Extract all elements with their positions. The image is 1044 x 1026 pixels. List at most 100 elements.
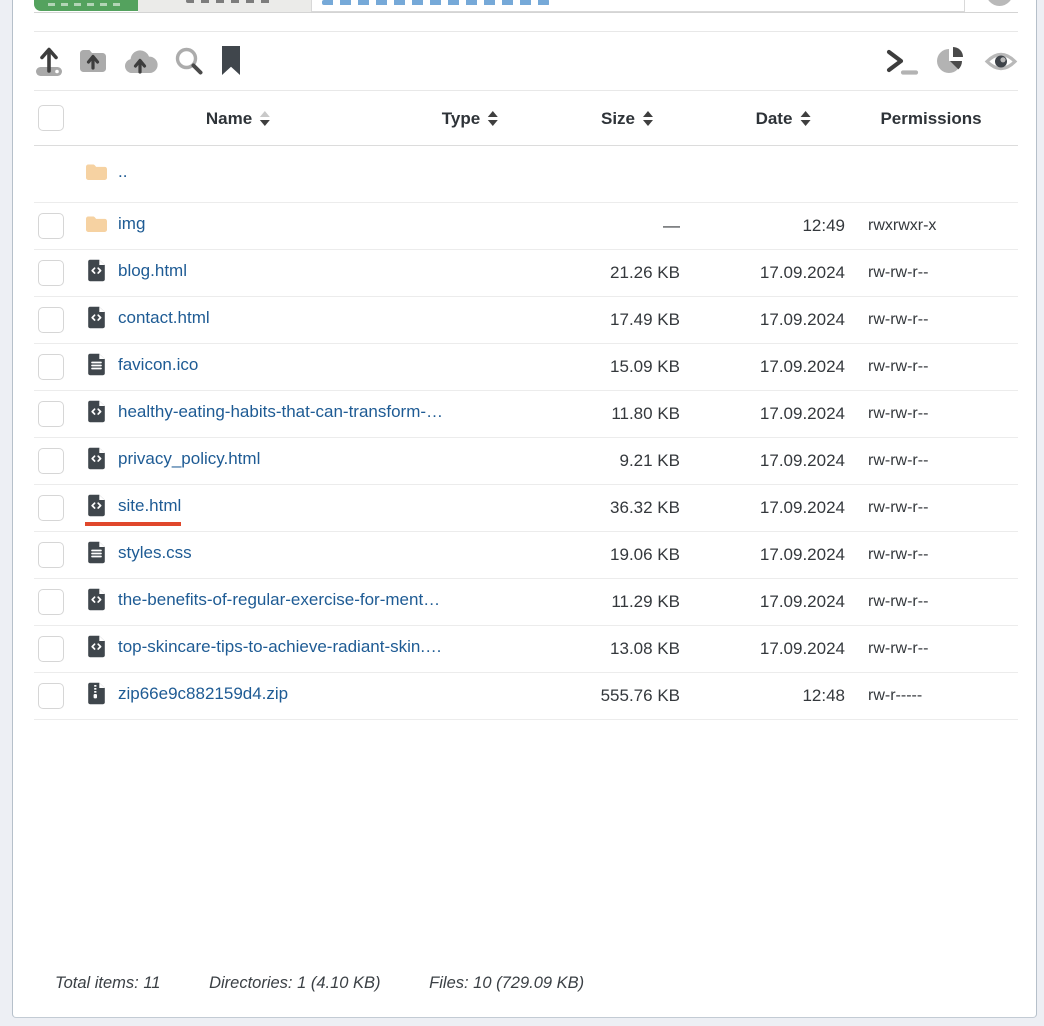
file-name-link[interactable]: .. bbox=[118, 162, 127, 182]
doc-file-icon bbox=[85, 353, 107, 376]
topbar-tab[interactable] bbox=[138, 0, 312, 12]
file-name-link[interactable]: img bbox=[118, 214, 145, 234]
table-row: contact.html 17.49 KB 17.09.2024 rw-rw-r… bbox=[34, 297, 1018, 344]
file-size: 11.80 KB bbox=[550, 404, 680, 424]
folder-upload-icon[interactable] bbox=[78, 47, 108, 75]
upload-icon[interactable] bbox=[34, 45, 64, 77]
sort-arrows-icon bbox=[260, 111, 270, 126]
search-icon[interactable] bbox=[173, 45, 205, 77]
file-name-link[interactable]: zip66e9c882159d4.zip bbox=[118, 684, 288, 704]
file-name-link[interactable]: blog.html bbox=[118, 261, 187, 281]
folder-icon bbox=[85, 215, 107, 233]
path-text-fragment bbox=[322, 0, 550, 5]
help-icon[interactable] bbox=[986, 0, 1013, 6]
file-size: 15.09 KB bbox=[550, 357, 680, 377]
terminal-icon[interactable] bbox=[884, 46, 920, 76]
column-header-type[interactable]: Type bbox=[442, 91, 498, 146]
file-permissions: rwxrwxr-x bbox=[845, 217, 1018, 235]
zip-file-icon bbox=[85, 682, 107, 705]
row-checkbox[interactable] bbox=[38, 307, 64, 333]
file-permissions: rw-rw-r-- bbox=[845, 499, 1018, 517]
topbar bbox=[13, 0, 1036, 13]
file-permissions: rw-r----- bbox=[845, 687, 1018, 705]
pie-chart-icon[interactable] bbox=[936, 45, 968, 77]
toolbar-row bbox=[34, 32, 1018, 90]
row-checkbox[interactable] bbox=[38, 401, 64, 427]
sort-arrows-icon bbox=[800, 111, 810, 126]
summary-footer: Total items: 11 Directories: 1 (4.10 KB)… bbox=[55, 974, 628, 993]
file-permissions: rw-rw-r-- bbox=[845, 264, 1018, 282]
code-file-icon bbox=[85, 259, 107, 282]
topbar-border bbox=[34, 12, 1018, 13]
files-summary: Files: 10 (729.09 KB) bbox=[429, 974, 584, 992]
file-permissions: rw-rw-r-- bbox=[845, 358, 1018, 376]
file-permissions: rw-rw-r-- bbox=[845, 593, 1018, 611]
row-checkbox[interactable] bbox=[38, 354, 64, 380]
file-date: 12:49 bbox=[680, 216, 845, 236]
file-date: 17.09.2024 bbox=[680, 451, 845, 471]
file-name-link[interactable]: healthy-eating-habits-that-can-transform… bbox=[118, 402, 443, 422]
file-manager-panel: Name Type Size Date Permissions bbox=[12, 0, 1037, 1018]
file-name-link[interactable]: privacy_policy.html bbox=[118, 449, 260, 469]
file-permissions: rw-rw-r-- bbox=[845, 311, 1018, 329]
directories-summary: Directories: 1 (4.10 KB) bbox=[209, 974, 380, 992]
file-size: 11.29 KB bbox=[550, 592, 680, 612]
folder-icon bbox=[85, 163, 107, 181]
file-date: 17.09.2024 bbox=[680, 263, 845, 283]
path-field[interactable] bbox=[312, 0, 965, 12]
cloud-upload-icon[interactable] bbox=[122, 47, 159, 75]
column-header-size[interactable]: Size bbox=[601, 91, 653, 146]
file-size: 555.76 KB bbox=[550, 686, 680, 706]
eye-icon[interactable] bbox=[984, 48, 1018, 75]
file-date: 17.09.2024 bbox=[680, 545, 845, 565]
file-date: 17.09.2024 bbox=[680, 639, 845, 659]
file-name-link[interactable]: styles.css bbox=[118, 543, 192, 563]
file-date: 12:48 bbox=[680, 686, 845, 706]
file-permissions: rw-rw-r-- bbox=[845, 452, 1018, 470]
file-list: .. img — 12:49 rwxrwxr-x blog.html 21.26… bbox=[34, 146, 1018, 720]
file-name-link[interactable]: contact.html bbox=[118, 308, 210, 328]
row-checkbox[interactable] bbox=[38, 448, 64, 474]
file-permissions: rw-rw-r-- bbox=[845, 546, 1018, 564]
table-row: .. bbox=[34, 146, 1018, 203]
file-size: 9.21 KB bbox=[550, 451, 680, 471]
file-size: 17.49 KB bbox=[550, 310, 680, 330]
file-size: 19.06 KB bbox=[550, 545, 680, 565]
row-checkbox[interactable] bbox=[38, 213, 64, 239]
row-checkbox[interactable] bbox=[38, 260, 64, 286]
table-row: privacy_policy.html 9.21 KB 17.09.2024 r… bbox=[34, 438, 1018, 485]
row-checkbox[interactable] bbox=[38, 589, 64, 615]
code-file-icon bbox=[85, 400, 107, 423]
row-checkbox[interactable] bbox=[38, 683, 64, 709]
select-all-checkbox[interactable] bbox=[38, 105, 64, 131]
code-file-icon bbox=[85, 588, 107, 611]
file-size: 13.08 KB bbox=[550, 639, 680, 659]
bookmark-icon[interactable] bbox=[219, 45, 243, 77]
row-checkbox[interactable] bbox=[38, 495, 64, 521]
code-file-icon bbox=[85, 494, 107, 517]
file-date: 17.09.2024 bbox=[680, 498, 845, 518]
file-name-link[interactable]: the-benefits-of-regular-exercise-for-men… bbox=[118, 590, 440, 610]
row-checkbox[interactable] bbox=[38, 636, 64, 662]
code-file-icon bbox=[85, 635, 107, 658]
file-name-link[interactable]: favicon.ico bbox=[118, 355, 198, 375]
table-row: favicon.ico 15.09 KB 17.09.2024 rw-rw-r-… bbox=[34, 344, 1018, 391]
code-file-icon bbox=[85, 306, 107, 329]
column-header-name[interactable]: Name bbox=[206, 91, 270, 146]
table-row: the-benefits-of-regular-exercise-for-men… bbox=[34, 579, 1018, 626]
file-size: 36.32 KB bbox=[550, 498, 680, 518]
column-header-permissions: Permissions bbox=[880, 91, 981, 146]
table-row: top-skincare-tips-to-achieve-radiant-ski… bbox=[34, 626, 1018, 673]
topbar-green-button[interactable] bbox=[34, 0, 138, 11]
file-date: 17.09.2024 bbox=[680, 592, 845, 612]
file-date: 17.09.2024 bbox=[680, 404, 845, 424]
row-checkbox[interactable] bbox=[38, 542, 64, 568]
sort-arrows-icon bbox=[643, 111, 653, 126]
column-header-date[interactable]: Date bbox=[756, 91, 811, 146]
code-file-icon bbox=[85, 447, 107, 470]
file-name-link[interactable]: site.html bbox=[118, 496, 181, 516]
file-date: 17.09.2024 bbox=[680, 310, 845, 330]
file-name-link[interactable]: top-skincare-tips-to-achieve-radiant-ski… bbox=[118, 637, 442, 657]
green-button-label-fragment bbox=[48, 3, 124, 6]
table-row: styles.css 19.06 KB 17.09.2024 rw-rw-r-- bbox=[34, 532, 1018, 579]
